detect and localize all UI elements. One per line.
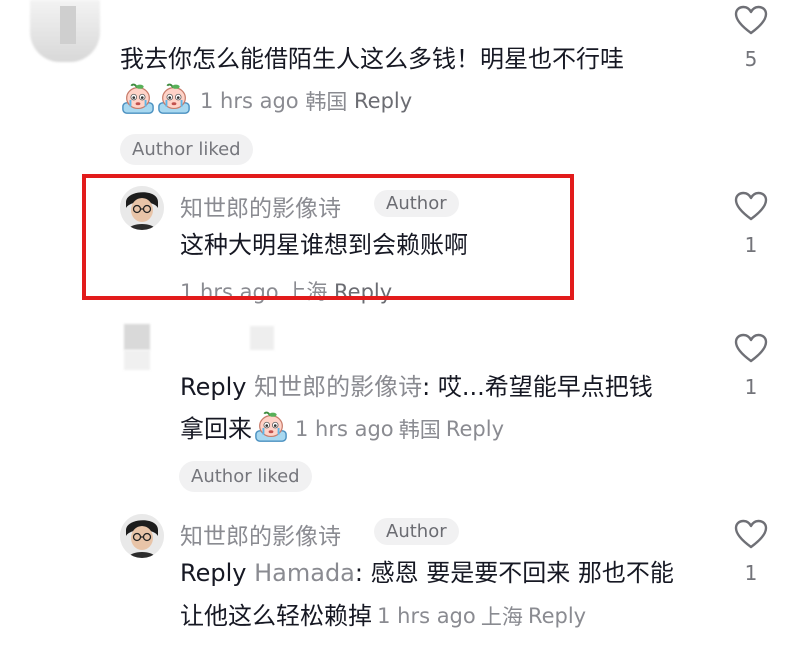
- like-count: 1: [744, 233, 758, 257]
- heart-icon[interactable]: [734, 5, 768, 35]
- like-count: 1: [744, 561, 758, 585]
- timestamp: 1 hrs ago: [377, 604, 476, 628]
- comment-text: 我去你怎么能借陌生人这么多钱！明星也不行哇: [120, 45, 624, 73]
- author-name[interactable]: 知世郎的影像诗: [180, 517, 341, 551]
- comment-text-line2: 让他这么轻松赖掉: [180, 601, 372, 630]
- crying-peach-emoji: [253, 410, 289, 448]
- reply-button[interactable]: Reply: [528, 604, 586, 628]
- crying-peach-emoji: [156, 82, 192, 121]
- heart-icon[interactable]: [734, 333, 768, 363]
- location: 上海: [480, 605, 523, 629]
- reply-target[interactable]: 知世郎的影像诗: [254, 373, 422, 401]
- author-tag: Author: [374, 518, 459, 545]
- like-count: 5: [744, 47, 758, 71]
- comment-text-line1: : 感恩 要是要不回来 那也不能: [354, 559, 674, 587]
- comment-text: Reply Hamada: 感恩 要是要不回来 那也不能: [180, 559, 674, 588]
- timestamp: 1 hrs ago: [295, 417, 394, 441]
- comment-meta: 1 hrs ago 韩国 Reply: [120, 86, 412, 116]
- reply-target[interactable]: Hamada: [254, 559, 355, 587]
- author-liked-badge: Author liked: [179, 461, 312, 492]
- reply-prefix: Reply: [180, 559, 247, 587]
- reply-button[interactable]: Reply: [354, 89, 412, 113]
- avatar[interactable]: [120, 514, 164, 558]
- location: 韩国: [398, 418, 441, 442]
- comment-line2: 让他这么轻松赖掉 1 hrs ago 上海 Reply: [180, 600, 586, 632]
- heart-icon[interactable]: [734, 519, 768, 549]
- avatar-blur-fragment: [124, 350, 150, 370]
- avatar[interactable]: [124, 324, 150, 350]
- comment-text-line2: 拿回来: [180, 414, 252, 443]
- comment-text: Reply 知世郎的影像诗: 哎...希望能早点把钱: [180, 373, 653, 402]
- avatar-blur-fragment: [60, 6, 76, 44]
- author-liked-badge: Author liked: [120, 134, 253, 165]
- comment-line2: 拿回来 1 hrs ago 韩国 Reply: [180, 412, 504, 446]
- comment-text-line1: : 哎...希望能早点把钱: [422, 373, 653, 401]
- highlight-box: [82, 174, 574, 300]
- timestamp: 1 hrs ago: [200, 89, 299, 113]
- location: 韩国: [305, 90, 348, 114]
- like-count: 1: [744, 375, 758, 399]
- heart-icon[interactable]: [734, 191, 768, 221]
- username-blur: [250, 326, 274, 350]
- crying-peach-emoji: [120, 82, 156, 121]
- reply-prefix: Reply: [180, 373, 247, 401]
- reply-button[interactable]: Reply: [446, 417, 504, 441]
